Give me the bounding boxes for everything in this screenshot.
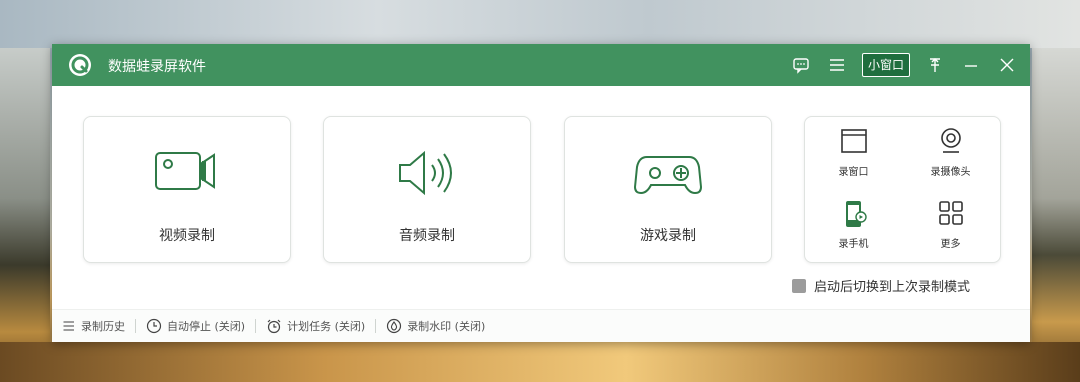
close-button[interactable]	[996, 54, 1018, 76]
hamburger-menu-icon	[829, 59, 844, 71]
alarm-clock-icon	[267, 319, 281, 334]
mini-window-button[interactable]: 小窗口	[861, 53, 910, 77]
app-window: 数据蛙录屏软件 小窗口 视频录制 音频录制 游戏录制 录窗口 录摄像头 录手机 …	[52, 44, 1030, 342]
more-label: 更多	[940, 239, 961, 250]
webcam-icon	[940, 128, 961, 153]
video-record-label: 视频录制	[159, 228, 215, 244]
phone-icon	[845, 201, 867, 227]
mode-grid-card: 录窗口 录摄像头 录手机 更多	[804, 116, 1001, 263]
audio-record-label: 音频录制	[399, 228, 455, 244]
window-icon	[840, 129, 867, 153]
chat-icon	[793, 58, 809, 74]
record-window-label: 录窗口	[838, 167, 869, 178]
record-webcam-label: 录摄像头	[930, 167, 971, 178]
pin-button[interactable]	[924, 54, 946, 76]
record-window-button[interactable]: 录窗口	[805, 117, 902, 189]
record-webcam-button[interactable]: 录摄像头	[902, 117, 999, 189]
schedule-task-button[interactable]: 计划任务 (关闭)	[256, 318, 375, 334]
grid-icon	[938, 201, 963, 225]
close-icon	[1000, 58, 1014, 72]
feedback-button[interactable]	[790, 54, 812, 76]
game-record-label: 游戏录制	[640, 228, 696, 244]
record-phone-label: 录手机	[838, 239, 869, 250]
desktop-wallpaper-top	[0, 0, 1080, 48]
minimize-icon	[965, 65, 977, 67]
schedule-task-label: 计划任务 (关闭)	[287, 320, 366, 333]
minimize-button[interactable]	[960, 54, 982, 76]
record-history-button[interactable]: 录制历史	[52, 318, 135, 334]
record-phone-button[interactable]: 录手机	[805, 189, 902, 261]
checkbox-box[interactable]	[792, 278, 806, 293]
app-logo-icon	[69, 54, 91, 76]
game-record-card[interactable]: 游戏录制	[564, 116, 772, 263]
watermark-label: 录制水印 (关闭)	[407, 320, 486, 333]
video-camera-icon	[155, 152, 215, 190]
desktop-wallpaper-bottom	[0, 342, 1080, 382]
speaker-icon	[399, 150, 452, 196]
video-record-card[interactable]: 视频录制	[83, 116, 291, 263]
auto-stop-button[interactable]: 自动停止 (关闭)	[136, 318, 255, 334]
list-icon	[63, 321, 74, 331]
watermark-button[interactable]: 录制水印 (关闭)	[376, 318, 495, 334]
pin-icon	[930, 58, 940, 72]
auto-mode-checkbox[interactable]: 启动后切换到上次录制模式	[792, 276, 970, 295]
clock-icon	[146, 318, 162, 334]
title-bar[interactable]: 数据蛙录屏软件 小窗口	[52, 44, 1030, 86]
auto-mode-label: 启动后切换到上次录制模式	[814, 280, 971, 295]
footer-bar: 录制历史 自动停止 (关闭) 计划任务 (关闭) 录制水印 (关闭)	[52, 309, 1030, 342]
water-drop-icon	[387, 318, 402, 334]
app-title: 数据蛙录屏软件	[108, 59, 206, 75]
title-bar-controls: 小窗口	[790, 44, 1018, 86]
main-panel: 视频录制 音频录制 游戏录制 录窗口 录摄像头 录手机 更多 启动后切换到上次录…	[52, 86, 1030, 310]
more-button[interactable]: 更多	[902, 189, 999, 261]
audio-record-card[interactable]: 音频录制	[323, 116, 531, 263]
record-history-label: 录制历史	[81, 320, 125, 333]
auto-stop-label: 自动停止 (关闭)	[167, 320, 246, 333]
desktop-wallpaper-left	[0, 48, 50, 382]
menu-button[interactable]	[826, 54, 848, 76]
gamepad-icon	[633, 156, 703, 195]
desktop-wallpaper-right	[1032, 48, 1080, 382]
